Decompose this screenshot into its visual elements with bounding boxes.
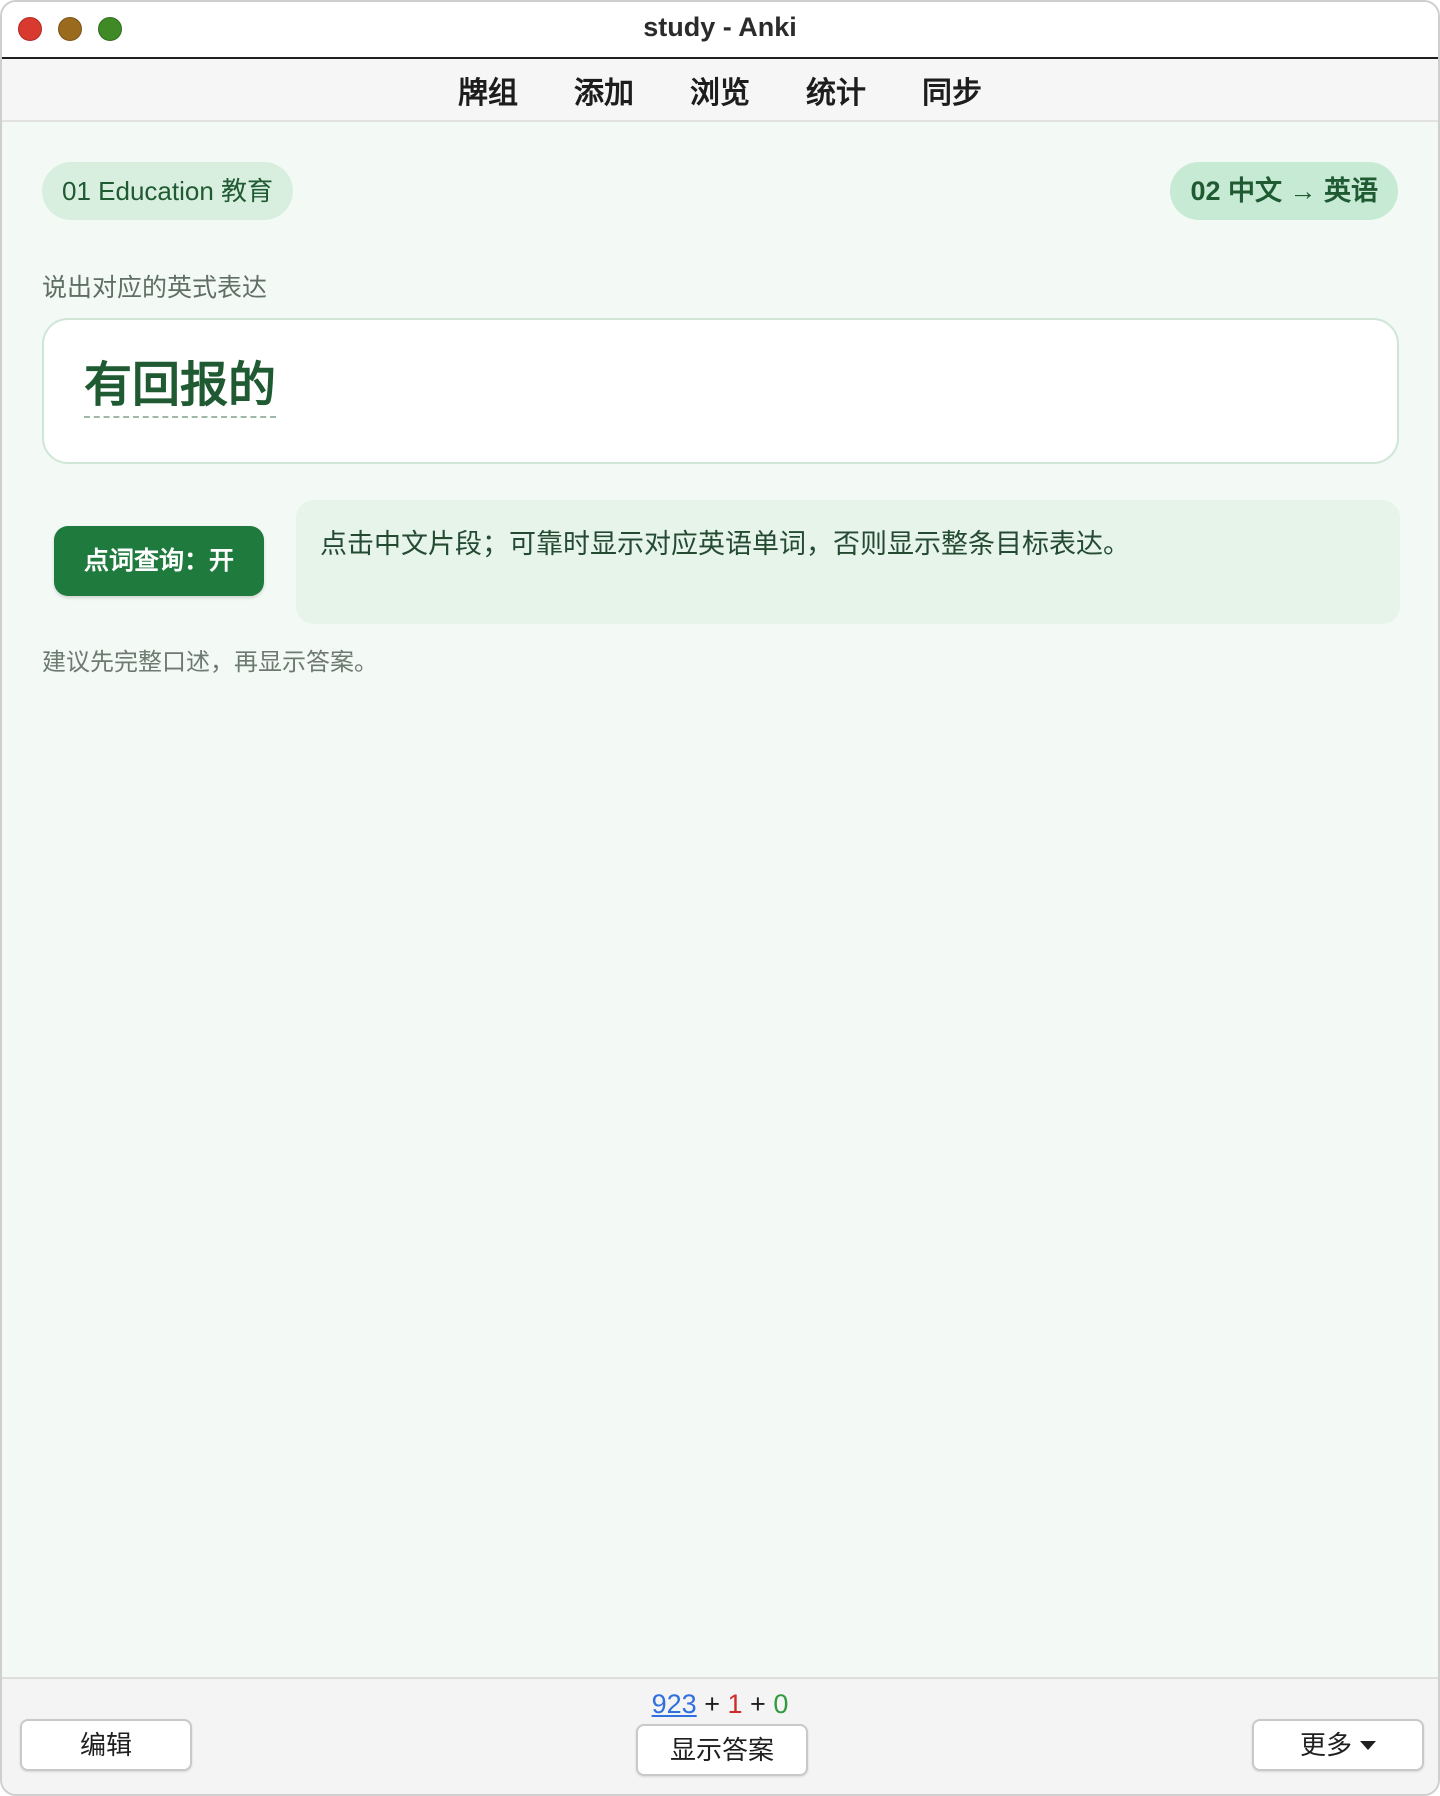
- show-answer-label: 显示答案: [669, 1735, 774, 1765]
- count-learn: 1: [727, 1689, 743, 1719]
- count-separator: +: [750, 1689, 766, 1719]
- more-button[interactable]: 更多: [1252, 1719, 1424, 1771]
- due-counts: 923 + 1 + 0: [2, 1689, 1438, 1720]
- question-term[interactable]: 有回报的: [84, 358, 277, 418]
- edit-button[interactable]: 编辑: [20, 1719, 192, 1771]
- deck-label: 01 Education 教育: [42, 162, 294, 220]
- question-card: 有回报的: [42, 318, 1399, 464]
- anki-window: study - Anki 牌组 添加 浏览 统计 同步 01 Education…: [0, 0, 1440, 1796]
- card-prompt: 说出对应的英式表达: [42, 274, 268, 302]
- study-advice: 建议先完整口述，再显示答案。: [42, 649, 378, 676]
- word-lookup-toggle[interactable]: 点词查询：开: [54, 526, 264, 596]
- nav-add[interactable]: 添加: [574, 68, 634, 112]
- top-nav: 牌组 添加 浏览 统计 同步: [2, 59, 1438, 122]
- title-bar: study - Anki: [2, 2, 1438, 59]
- card-type-label: 02 中文 → 英语: [1170, 162, 1398, 220]
- nav-sync[interactable]: 同步: [922, 68, 982, 112]
- nav-browse[interactable]: 浏览: [690, 68, 750, 112]
- count-new[interactable]: 923: [652, 1689, 697, 1719]
- nav-decks[interactable]: 牌组: [458, 68, 518, 112]
- count-separator: +: [704, 1689, 720, 1719]
- lookup-hint: 点击中文片段；可靠时显示对应英语单词，否则显示整条目标表达。: [296, 500, 1400, 624]
- edit-button-label: 编辑: [79, 1730, 132, 1760]
- show-answer-button[interactable]: 显示答案: [636, 1724, 808, 1776]
- bottom-bar: 923 + 1 + 0 编辑 显示答案 更多: [2, 1677, 1438, 1794]
- more-button-label: 更多: [1299, 1730, 1352, 1760]
- count-review: 0: [773, 1689, 789, 1719]
- nav-stats[interactable]: 统计: [806, 68, 866, 112]
- review-area: 01 Education 教育 02 中文 → 英语 说出对应的英式表达 有回报…: [2, 122, 1438, 1677]
- caret-down-icon: [1360, 1740, 1376, 1750]
- window-title: study - Anki: [643, 12, 797, 42]
